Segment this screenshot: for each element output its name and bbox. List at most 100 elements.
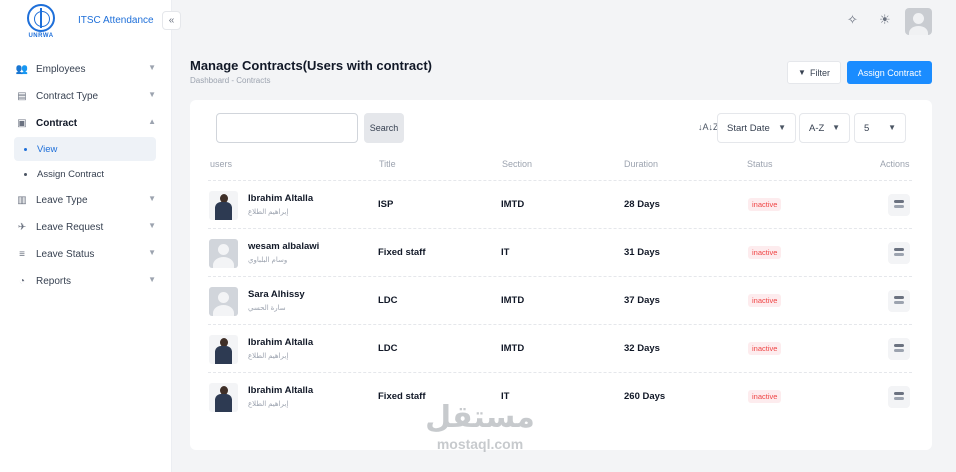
toggle-action-button[interactable]	[888, 242, 910, 264]
unrwa-logo[interactable]: UNRWA	[24, 4, 58, 40]
status-badge: inactive	[748, 198, 782, 211]
contracts-card: Search ↓A↓Z Start Date ▼ A-Z ▼ 5 ▼ users…	[190, 100, 932, 450]
sidebar-item-leave-request[interactable]: ✈ Leave Request ▼	[0, 214, 172, 241]
sidebar-subitem-assign-contract[interactable]: Assign Contract	[14, 162, 156, 186]
sort-field-select[interactable]: Start Date ▼	[717, 113, 796, 143]
filter-label: Filter	[809, 67, 830, 78]
user-avatar[interactable]	[905, 8, 932, 35]
sort-order-select[interactable]: A-Z ▼	[799, 113, 850, 143]
book-icon: ▥	[17, 195, 27, 206]
users-icon: 👥	[15, 64, 29, 75]
avatar-placeholder	[209, 239, 238, 268]
toggle-action-button[interactable]	[888, 194, 910, 216]
sidebar-subitem-label: View	[37, 143, 58, 155]
sort-field-value: Start Date	[727, 122, 770, 134]
contract-title: Fixed staff	[378, 247, 426, 258]
filter-button[interactable]: ▼ Filter	[787, 61, 841, 84]
toggle-action-button[interactable]	[888, 338, 910, 360]
sort-icon[interactable]: ↓A↓Z	[698, 122, 719, 132]
bullet-icon	[24, 172, 27, 176]
chevron-down-icon: ▼	[832, 123, 840, 132]
sidebar-item-leave-type[interactable]: ▥ Leave Type ▼	[0, 187, 172, 214]
sidebar-item-leave-status[interactable]: ≡ Leave Status ▼	[0, 241, 172, 268]
contract-section: IMTD	[501, 199, 525, 210]
page-title: Manage Contracts(Users with contract)	[190, 58, 432, 73]
avatar-placeholder	[209, 287, 238, 316]
bullet-icon	[24, 147, 27, 151]
user-arabic-name: إبراهيم الطلاع	[248, 353, 289, 360]
sidebar-item-contract-type[interactable]: ▤ Contract Type ▼	[0, 83, 172, 110]
user-arabic-name: إبراهيم الطلاع	[248, 401, 289, 408]
status-badge: inactive	[748, 294, 782, 307]
app-title[interactable]: ITSC Attendance	[78, 15, 154, 26]
status-badge: inactive	[748, 390, 782, 403]
collapse-sidebar-button[interactable]: «	[162, 11, 181, 30]
user-arabic-name: سارة الحسي	[248, 305, 286, 312]
sidebar-item-contract[interactable]: ▣ Contract ▲	[0, 110, 172, 137]
chevron-down-icon: ▼	[148, 90, 156, 99]
user-arabic-name: إبراهيم الطلاع	[248, 209, 289, 216]
table-row: wesam albalawi وسام البلباوي Fixed staff…	[208, 228, 912, 276]
sidebar-item-label: Contract Type	[36, 91, 99, 102]
status-badge: inactive	[748, 342, 782, 355]
contract-duration: 260 Days	[624, 391, 666, 402]
column-header-status: Status	[747, 159, 773, 169]
toggle-action-button[interactable]	[888, 386, 910, 408]
chevron-down-icon: ▼	[148, 63, 156, 72]
search-input[interactable]	[216, 113, 358, 143]
column-header-section: Section	[502, 159, 533, 169]
pie-chart-icon: ◔	[18, 276, 26, 287]
watermark-latin: mostaql.com	[436, 436, 524, 452]
search-button[interactable]: Search	[364, 113, 404, 143]
user-photo	[209, 191, 238, 220]
page-size-value: 5	[864, 122, 870, 134]
contract-section: IMTD	[501, 343, 525, 354]
sidebar-nav: 👥 Employees ▼ ▤ Contract Type ▼ ▣ Contra…	[0, 56, 172, 295]
user-photo	[209, 383, 238, 412]
chevron-down-icon: ▼	[148, 248, 156, 257]
status-badge: inactive	[748, 246, 782, 259]
sidebar-subitem-view[interactable]: View	[14, 137, 156, 161]
contract-title: LDC	[378, 343, 398, 354]
chevron-up-icon: ▲	[148, 117, 156, 126]
assign-contract-button[interactable]: Assign Contract	[847, 61, 932, 84]
chevron-down-icon: ▼	[148, 275, 156, 284]
contract-section: IT	[501, 247, 510, 258]
sidebar-item-label: Contract	[36, 118, 78, 129]
sidebar-item-employees[interactable]: 👥 Employees ▼	[0, 56, 172, 83]
toggle-action-button[interactable]	[888, 290, 910, 312]
watermark-arabic: مستقل	[425, 401, 535, 434]
sparkle-icon[interactable]: ✧	[847, 12, 858, 28]
user-name: Ibrahim Altalla	[248, 337, 314, 348]
contract-section: IMTD	[501, 295, 525, 306]
contract-duration: 32 Days	[624, 343, 660, 354]
page-size-select[interactable]: 5 ▼	[854, 113, 906, 143]
contract-duration: 28 Days	[624, 199, 660, 210]
column-header-actions: Actions	[880, 159, 910, 169]
list-icon: ≡	[19, 249, 25, 260]
sun-icon[interactable]: ☀	[879, 12, 891, 28]
brand: UNRWA ITSC Attendance	[0, 0, 172, 44]
contract-icon: ▣	[17, 118, 27, 129]
chevron-down-icon: ▼	[888, 123, 896, 132]
sidebar-item-label: Leave Type	[36, 195, 88, 206]
table-row: Ibrahim Altalla إبراهيم الطلاع Fixed sta…	[208, 372, 912, 420]
table-row: Sara Alhissy سارة الحسي LDC IMTD 37 Days…	[208, 276, 912, 324]
mostaql-watermark: مستقل mostaql.com	[415, 400, 545, 452]
un-emblem-icon	[27, 4, 55, 32]
document-icon: ▤	[17, 91, 27, 102]
sidebar-subitem-label: Assign Contract	[37, 168, 105, 180]
column-header-title: Title	[379, 159, 396, 169]
table-row: Ibrahim Altalla إبراهيم الطلاع ISP IMTD …	[208, 180, 912, 228]
sort-order-value: A-Z	[809, 122, 825, 134]
sidebar-item-reports[interactable]: ◔ Reports ▼	[0, 268, 172, 295]
user-name: wesam albalawi	[248, 241, 320, 252]
sidebar-item-label: Reports	[36, 276, 72, 287]
chevron-down-icon: ▼	[148, 221, 156, 230]
user-arabic-name: وسام البلباوي	[248, 257, 288, 264]
sidebar-item-label: Employees	[36, 64, 86, 75]
breadcrumb: Dashboard - Contracts	[190, 76, 271, 85]
chevron-down-icon: ▼	[148, 194, 156, 203]
user-name: Ibrahim Altalla	[248, 193, 314, 204]
sidebar-item-label: Leave Request	[36, 222, 104, 233]
